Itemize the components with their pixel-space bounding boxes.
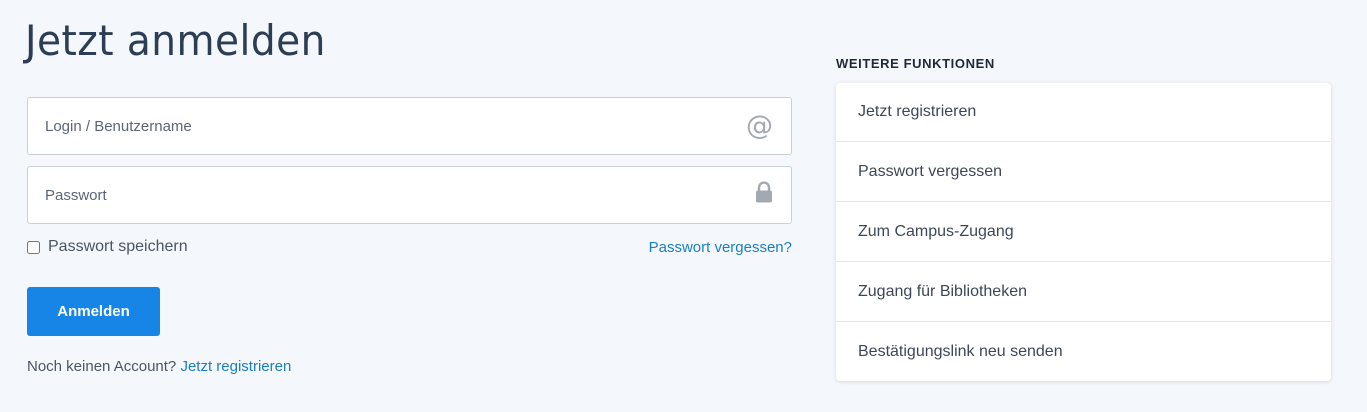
login-button[interactable]: Anmelden — [27, 287, 160, 336]
forgot-password-link[interactable]: Passwort vergessen? — [649, 239, 792, 256]
sidebar-list: Jetzt registrieren Passwort vergessen Zu… — [836, 83, 1331, 381]
sidebar-item-library-access[interactable]: Zugang für Bibliotheken — [836, 262, 1331, 322]
remember-password[interactable]: Passwort speichern — [27, 238, 188, 256]
password-input[interactable] — [28, 167, 791, 223]
remember-checkbox[interactable] — [27, 240, 40, 254]
at-icon: @ — [746, 110, 773, 142]
register-link[interactable]: Jetzt registrieren — [180, 358, 291, 375]
login-field[interactable]: @ — [27, 97, 792, 155]
sidebar-heading: WEITERE FUNKTIONEN — [836, 56, 995, 71]
page-title: Jetzt anmelden — [25, 16, 326, 65]
sidebar-item-resend-confirmation[interactable]: Bestätigungslink neu senden — [836, 322, 1331, 381]
sidebar-item-register[interactable]: Jetzt registrieren — [836, 83, 1331, 142]
sidebar-item-campus-access[interactable]: Zum Campus-Zugang — [836, 202, 1331, 262]
lock-icon — [755, 181, 773, 209]
login-input[interactable] — [28, 98, 791, 154]
remember-label: Passwort speichern — [48, 238, 188, 255]
no-account-text: Noch keinen Account? — [27, 358, 177, 375]
no-account-line: Noch keinen Account? Jetzt registrieren — [27, 358, 291, 375]
password-field[interactable] — [27, 166, 792, 224]
sidebar-item-forgot-password[interactable]: Passwort vergessen — [836, 142, 1331, 202]
